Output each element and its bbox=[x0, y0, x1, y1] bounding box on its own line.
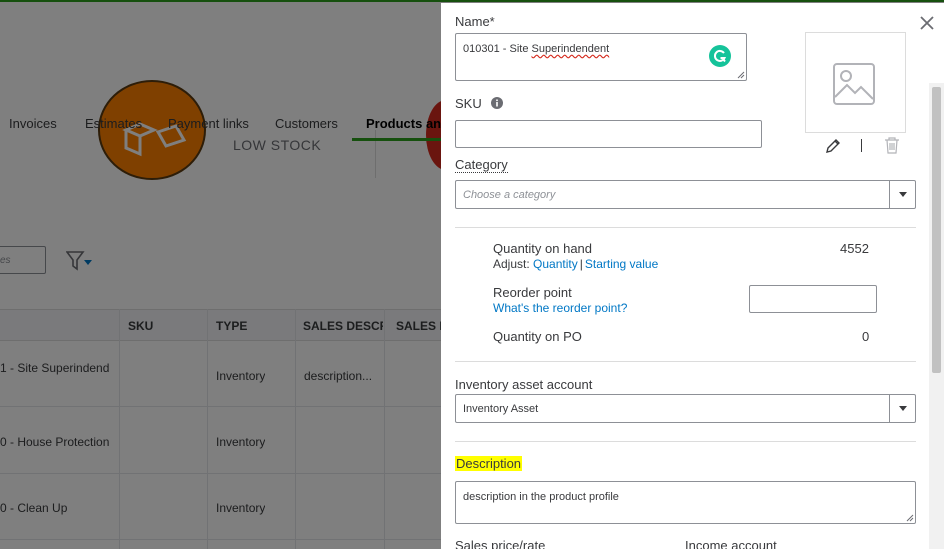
trash-icon[interactable] bbox=[884, 137, 900, 154]
chevron-down-icon[interactable] bbox=[889, 395, 915, 422]
adjust-label: Adjust: bbox=[493, 257, 530, 271]
edit-pencil-icon[interactable] bbox=[825, 138, 841, 154]
sales-price-label: Sales price/rate bbox=[455, 538, 546, 549]
income-account-label: Income account bbox=[685, 538, 777, 549]
scrollbar-thumb[interactable] bbox=[932, 87, 941, 373]
name-label: Name* bbox=[455, 14, 495, 29]
reorder-point-input[interactable] bbox=[749, 285, 877, 313]
quantity-on-hand-label: Quantity on hand bbox=[493, 241, 593, 256]
quantity-on-hand-value: 4552 bbox=[840, 241, 869, 256]
quantity-on-po-value: 0 bbox=[862, 329, 870, 344]
section-divider bbox=[455, 441, 916, 442]
description-value: description in the product profile bbox=[463, 491, 619, 503]
chevron-down-icon[interactable] bbox=[889, 181, 915, 208]
quantity-on-po-label: Quantity on PO bbox=[493, 329, 582, 344]
adjust-separator: | bbox=[579, 257, 583, 271]
inventory-asset-account-value: Inventory Asset bbox=[463, 403, 539, 415]
info-icon[interactable] bbox=[491, 97, 503, 109]
image-icon bbox=[833, 63, 875, 105]
description-label: Description bbox=[455, 456, 523, 471]
misspelled-word[interactable]: Superindendent bbox=[532, 43, 610, 55]
section-divider bbox=[455, 227, 916, 228]
inventory-asset-account-select[interactable]: Inventory Asset bbox=[455, 394, 916, 423]
reorder-point-help-link[interactable]: What's the reorder point? bbox=[493, 301, 627, 315]
resize-handle-icon[interactable] bbox=[906, 514, 914, 522]
adjust-quantity-link[interactable]: Quantity bbox=[533, 257, 578, 271]
category-placeholder: Choose a category bbox=[463, 189, 556, 201]
name-input[interactable]: 010301 - Site Superindendent bbox=[455, 33, 747, 81]
category-select[interactable]: Choose a category bbox=[455, 180, 916, 209]
icon-separator bbox=[861, 139, 862, 152]
product-image-placeholder[interactable] bbox=[805, 32, 906, 133]
sku-input[interactable] bbox=[455, 120, 762, 148]
inventory-asset-account-label: Inventory asset account bbox=[455, 377, 593, 392]
resize-handle-icon[interactable] bbox=[737, 71, 745, 79]
close-icon[interactable] bbox=[920, 16, 934, 30]
description-textarea[interactable]: description in the product profile bbox=[455, 481, 916, 524]
sku-label: SKU bbox=[455, 96, 482, 111]
grammarly-icon[interactable] bbox=[709, 45, 731, 67]
adjust-row: Adjust: Quantity | Starting value bbox=[493, 257, 658, 271]
reorder-point-label: Reorder point bbox=[493, 285, 572, 300]
product-edit-panel: Name* 010301 - Site Superindendent SKU C… bbox=[441, 3, 944, 549]
name-value: 010301 - Site Superindendent bbox=[463, 43, 610, 55]
section-divider bbox=[455, 361, 916, 362]
category-label[interactable]: Category bbox=[455, 157, 508, 173]
adjust-starting-value-link[interactable]: Starting value bbox=[585, 257, 658, 271]
